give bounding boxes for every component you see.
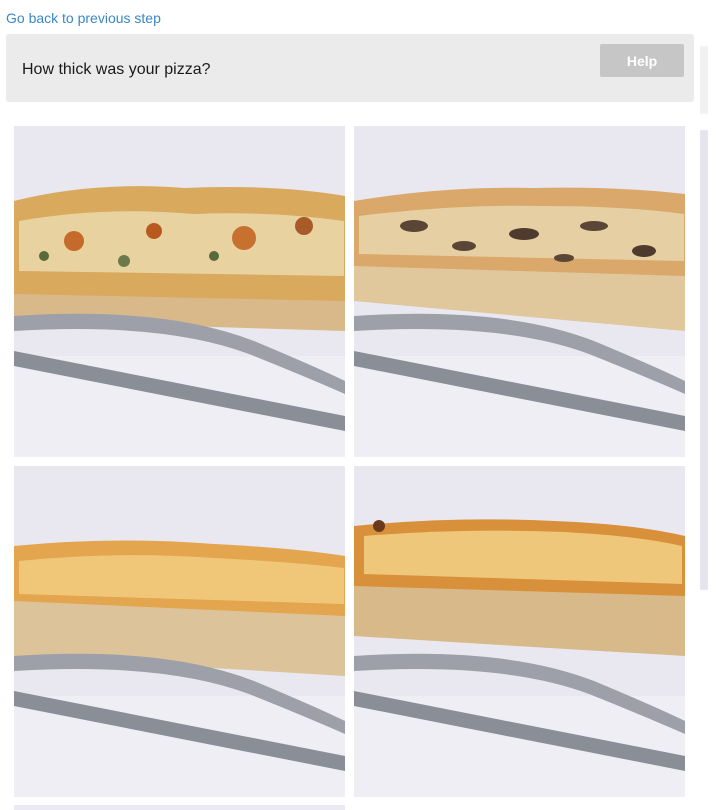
option-thin-pizza[interactable] — [14, 126, 345, 457]
option-thick-pizza[interactable] — [354, 466, 685, 797]
option-partial-next[interactable] — [14, 805, 345, 810]
thin-pizza-photo — [14, 126, 345, 457]
question-text: How thick was your pizza? — [22, 61, 211, 78]
option-medium-thick-pizza[interactable] — [14, 466, 345, 797]
help-button[interactable]: Help — [600, 44, 684, 77]
scrollbar-track-top[interactable] — [700, 46, 708, 114]
medium-thick-pizza-photo — [14, 466, 345, 797]
pizza-thickness-options — [14, 126, 686, 810]
medium-thin-pizza-photo — [354, 126, 685, 457]
question-panel: How thick was your pizza? Help — [6, 34, 694, 102]
thick-pizza-photo — [354, 466, 685, 797]
option-medium-thin-pizza[interactable] — [354, 126, 685, 457]
scrollbar-thumb[interactable] — [700, 130, 708, 590]
back-link[interactable]: Go back to previous step — [6, 10, 161, 26]
